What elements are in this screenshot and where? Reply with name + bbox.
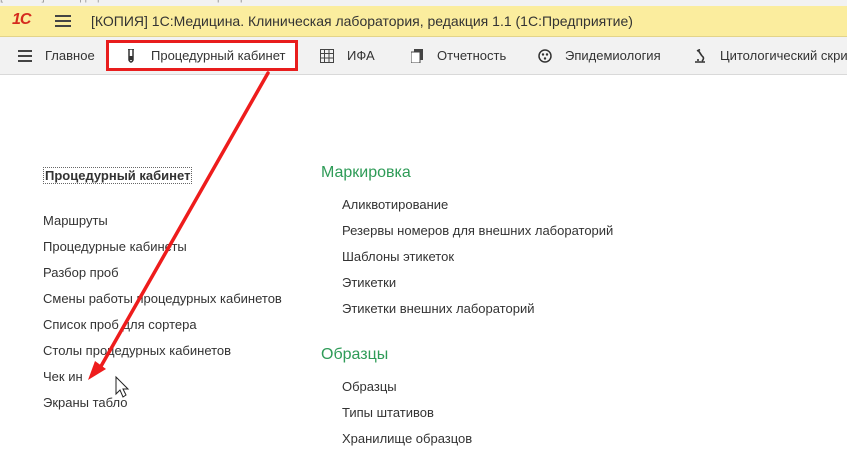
arrow-head: [88, 361, 106, 380]
virus-icon: [537, 48, 553, 64]
group-title: Образцы: [321, 346, 389, 363]
link-external-labels[interactable]: Этикетки внешних лабораторий: [342, 301, 534, 316]
menu-lines-icon: [17, 48, 33, 64]
link-sample-storage[interactable]: Хранилище образцов: [342, 431, 472, 446]
window-title: [КОПИЯ] 1С:Медицина. Клиническая лаборат…: [91, 13, 633, 29]
section-ifa[interactable]: ИФА: [319, 37, 375, 74]
mouse-cursor-icon: [115, 375, 130, 398]
section-epidemiology[interactable]: Эпидемиология: [537, 37, 661, 74]
section-label: Цитологический скри: [720, 48, 847, 63]
section-label: Главное: [45, 48, 95, 63]
title-bar: 1С [КОПИЯ] 1С:Медицина. Клиническая лабо…: [0, 6, 847, 37]
link-labels[interactable]: Этикетки: [342, 275, 396, 290]
link-routes[interactable]: Маршруты: [43, 213, 108, 228]
section-cytology[interactable]: Цитологический скри: [692, 37, 847, 74]
link-rack-types[interactable]: Типы штативов: [342, 405, 434, 420]
link-label-templates[interactable]: Шаблоны этикеток: [342, 249, 454, 264]
link-number-reserves[interactable]: Резервы номеров для внешних лабораторий: [342, 223, 613, 238]
link-aliquoting[interactable]: Аликвотирование: [342, 197, 448, 212]
link-room-shifts[interactable]: Смены работы процедурных кабинетов: [43, 291, 282, 306]
left-column: Процедурный кабинет Маршруты Процедурные…: [43, 167, 282, 410]
report-icon: [409, 48, 425, 64]
section-heading[interactable]: Процедурный кабинет: [43, 167, 193, 184]
section-label: Отчетность: [437, 48, 507, 63]
link-room-tables[interactable]: Столы процедурных кабинетов: [43, 343, 231, 358]
section-reports[interactable]: Отчетность: [409, 37, 506, 74]
microscope-icon: [692, 48, 708, 64]
link-procedure-rooms[interactable]: Процедурные кабинеты: [43, 239, 187, 254]
section-label: Эпидемиология: [565, 48, 661, 63]
link-sorter-list[interactable]: Список проб для сортера: [43, 317, 197, 332]
link-samples[interactable]: Образцы: [342, 379, 397, 394]
test-tube-icon: [123, 48, 139, 64]
hidden-caption: [КОПИЯ] 1С:Медицина. Клиническая лаборат…: [0, 0, 258, 3]
group-title: Маркировка: [321, 164, 411, 181]
link-display-screens[interactable]: Экраны табло: [43, 395, 128, 410]
app-logo[interactable]: 1С: [12, 11, 31, 29]
sections-panel: Главное Процедурный кабинет ИФА Отчетнос…: [0, 37, 847, 75]
section-main[interactable]: Главное: [17, 37, 95, 74]
section-label: ИФА: [347, 48, 375, 63]
grid-plate-icon: [319, 48, 335, 64]
section-label: Процедурный кабинет: [151, 48, 286, 63]
group-samples: Образцы Образцы Типы штативов Хранилище …: [321, 346, 472, 446]
link-check-in[interactable]: Чек ин: [43, 369, 83, 384]
group-marking: Маркировка Аликвотирование Резервы номер…: [321, 164, 613, 316]
main-menu-icon[interactable]: [55, 15, 71, 27]
link-sample-sorting[interactable]: Разбор проб: [43, 265, 119, 280]
section-procedure-room[interactable]: Процедурный кабинет: [106, 40, 299, 71]
